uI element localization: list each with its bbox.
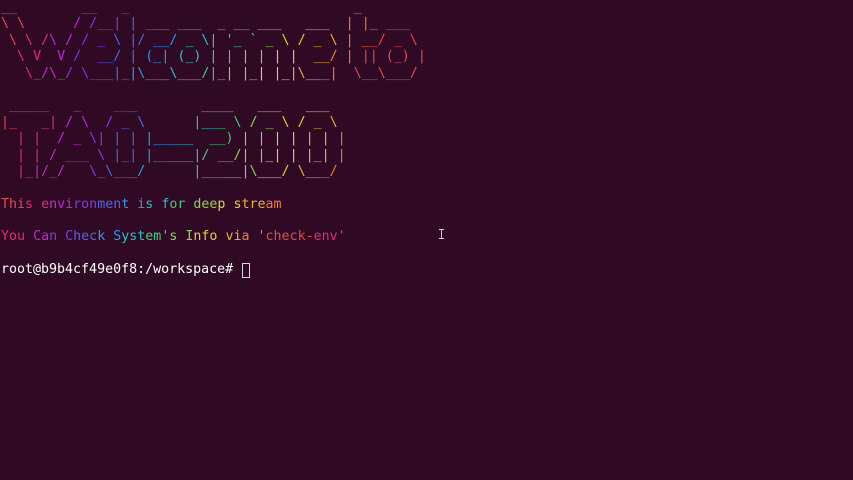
welcome-art-row: __ __ _ _	[1, 0, 362, 15]
tao-art-row: |_ _| / \ / _ \ |___ \ / _ \ / _ \	[1, 114, 338, 130]
welcome-art-row: \_/\_/ \___|_|\___\___/|_| |_| |_|\___| …	[25, 65, 418, 81]
welcome-art-row: \ V V / __/ | (_| (_) | | | | | | __/ | …	[17, 49, 426, 65]
tao-art-row: | | / _ \| | | |_____ __) | | | | | | |	[17, 131, 346, 147]
tao-art-row: _____ _ ___ ____ ___ ___	[9, 98, 330, 114]
welcome-art-row: \ \ / /__| | ___ ___ _ __ ___ ___ | |_ _…	[1, 16, 410, 32]
check-env-prefix: You Can Check System's Info via	[1, 229, 250, 245]
welcome-art-row: \ \ /\ / / _ \ |/ __/ _ \| '_ ` _ \ / _ …	[9, 32, 418, 48]
text-cursor	[242, 262, 251, 278]
welcome-ascii-banner: __ __ _ _ \ \ / /__| | ___ ___ _ __ ___ _…	[1, 0, 853, 82]
environment-message: This environment is for deep stream	[1, 196, 282, 212]
check-env-message: You Can Check System's Info via 'check-e…	[1, 229, 853, 245]
tao-art-row: | | / ___ \ |_| |_____|/ __/| |_| | |_| …	[17, 147, 346, 163]
command-prompt-line[interactable]: root@b9b4cf49e0f8:/workspace#	[1, 262, 853, 278]
check-env-command: 'check-env'	[257, 229, 346, 245]
tao-art-row: |_|/_/ \_\___/ |_____|\___/ \___/	[17, 163, 338, 179]
terminal-window[interactable]: __ __ _ _ \ \ / /__| | ___ ___ _ __ ___ _…	[0, 0, 853, 480]
shell-prompt: root@b9b4cf49e0f8:/workspace#	[1, 262, 242, 278]
tao-ascii-banner: _____ _ ___ ____ ___ ___ |_ _| / \ / _ \ …	[1, 98, 853, 180]
ibeam-cursor-icon	[439, 229, 444, 239]
